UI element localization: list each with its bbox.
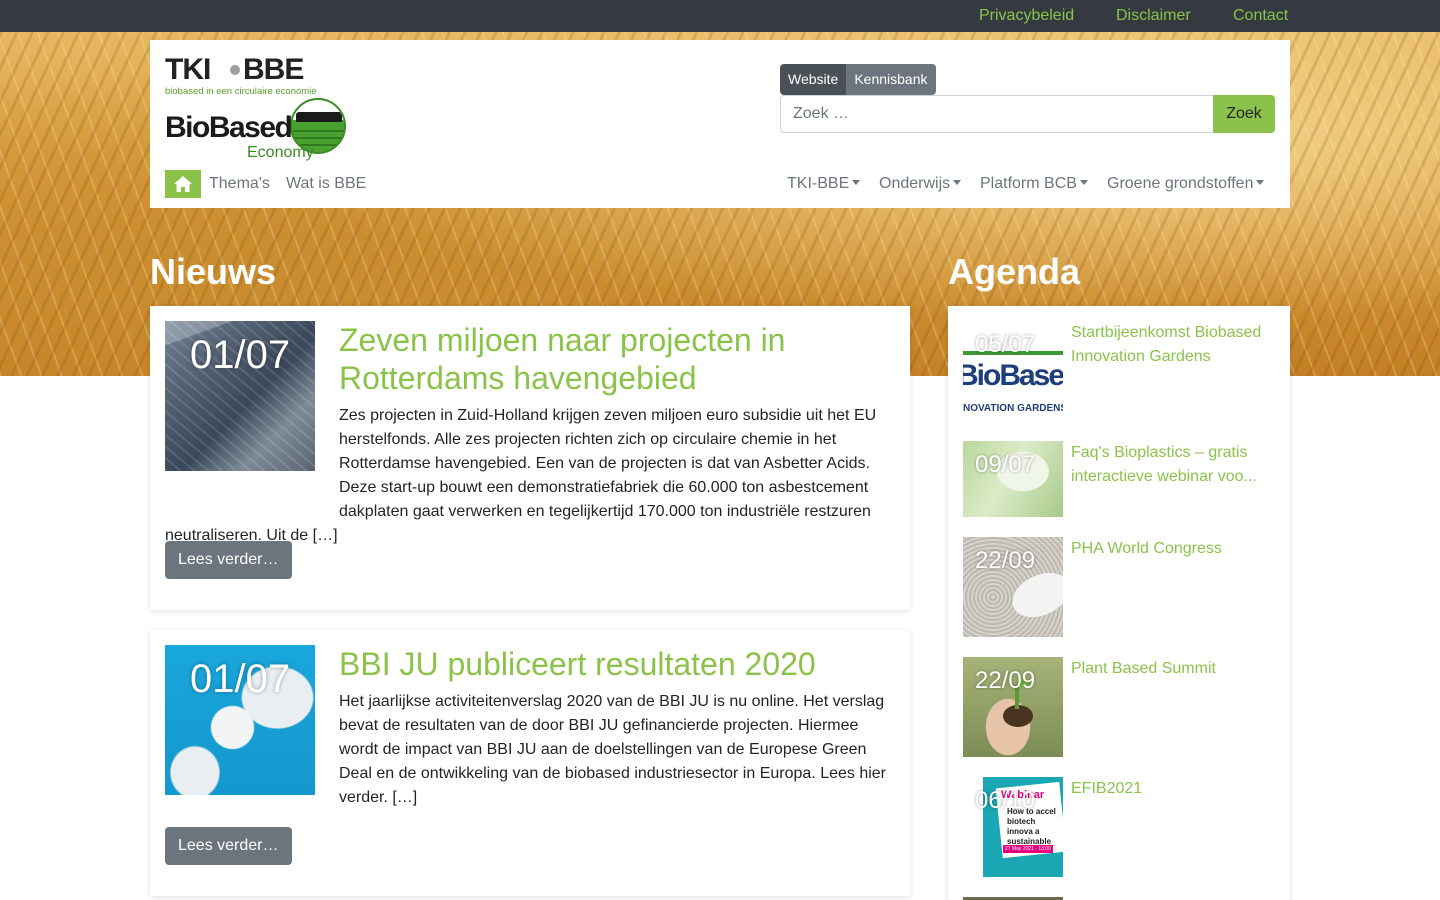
- logo-tagline: biobased in een circulaire economie: [165, 86, 317, 97]
- agenda-list: BioBased NOVATION GARDENS 05/07 Startbij…: [948, 306, 1290, 900]
- agenda-title: Startbijeenkomst Biobased Innovation Gar…: [1071, 324, 1262, 365]
- nav-onderwijs-label: Onderwijs: [879, 175, 951, 192]
- logo-dot-icon: [230, 65, 240, 75]
- agenda-date: 05/07: [975, 331, 1036, 358]
- agenda-date: 09/07: [975, 451, 1036, 478]
- agenda-image-bioplastics: 09/07: [963, 441, 1063, 517]
- news-excerpt: Zes projecten in Zuid-Holland krijgen ze…: [165, 404, 895, 548]
- agenda-item[interactable]: 22/09 Plant Based Summit: [963, 657, 1278, 757]
- biobased-economy-logo[interactable]: BioBased Economy: [165, 98, 350, 164]
- agenda-date: 06/10: [975, 787, 1036, 814]
- logo-brand-sub: Economy: [247, 144, 314, 161]
- nav-platform-bcb[interactable]: Platform BCB: [980, 175, 1088, 193]
- tki-bbe-logo[interactable]: TKI BBE biobased in een circulaire econo…: [165, 53, 320, 98]
- chevron-down-icon: [1256, 180, 1265, 185]
- agenda-item[interactable]: BioBased NOVATION GARDENS 05/07 Startbij…: [963, 321, 1278, 431]
- search-scope-toggle: Website Kennisbank: [780, 64, 936, 95]
- nav-groene-grondstoffen[interactable]: Groene grondstoffen: [1107, 175, 1265, 193]
- agenda-heading: Agenda: [948, 251, 1081, 292]
- nav-platform-bcb-label: Platform BCB: [980, 175, 1077, 192]
- toggle-kennisbank[interactable]: Kennisbank: [846, 64, 936, 95]
- nav-tki-bbe[interactable]: TKI-BBE: [787, 175, 861, 193]
- disclaimer-link[interactable]: Disclaimer: [1116, 7, 1191, 25]
- news-item: 01/07 Zeven miljoen naar projecten in Ro…: [150, 306, 910, 610]
- logo-bbe-text: BBE: [243, 53, 304, 86]
- site-header: TKI BBE biobased in een circulaire econo…: [150, 40, 1290, 208]
- logo-brand-text: BioBased: [165, 111, 293, 144]
- nav-themas[interactable]: Thema's: [209, 175, 270, 193]
- read-more-button[interactable]: Lees verder…: [165, 541, 292, 579]
- agenda-item[interactable]: 22/09 PHA World Congress: [963, 537, 1278, 637]
- news-excerpt: Het jaarlijkse activiteitenverslag 2020 …: [339, 693, 887, 806]
- nav-tki-bbe-label: TKI-BBE: [787, 175, 850, 192]
- agenda-date: 22/09: [975, 547, 1036, 574]
- agenda-date: 22/09: [975, 667, 1036, 694]
- news-title[interactable]: Zeven miljoen naar projecten in Rotterda…: [339, 321, 879, 397]
- agenda-title: EFIB2021: [1071, 780, 1143, 797]
- nav-wat-is-bbe[interactable]: Wat is BBE: [286, 175, 366, 193]
- toggle-website[interactable]: Website: [780, 64, 847, 95]
- news-image-europe-map[interactable]: 01/07: [165, 645, 315, 795]
- news-date: 01/07: [190, 333, 291, 377]
- news-title[interactable]: BBI JU publiceert resultaten 2020: [339, 645, 879, 683]
- agenda-item[interactable]: Webinar How to accel biotech innova a su…: [963, 777, 1278, 877]
- agenda-title: PHA World Congress: [1071, 540, 1222, 557]
- agenda-image-pha-granules: 22/09: [963, 537, 1063, 637]
- chevron-down-icon: [1079, 180, 1088, 185]
- privacy-link[interactable]: Privacybeleid: [979, 7, 1074, 25]
- agenda-image-plant-sprout: 22/09: [963, 657, 1063, 757]
- contact-link[interactable]: Contact: [1233, 7, 1288, 25]
- search-button[interactable]: Zoek: [1213, 95, 1275, 133]
- read-more-button[interactable]: Lees verder…: [165, 827, 292, 865]
- top-bar: Privacybeleid Disclaimer Contact: [0, 0, 1440, 32]
- home-button[interactable]: [165, 170, 201, 198]
- news-heading: Nieuws: [150, 251, 277, 292]
- news-date: 01/07: [190, 657, 291, 701]
- search-input[interactable]: [780, 95, 1214, 133]
- agenda-title: Faq's Bioplastics – gratis interactieve …: [1071, 444, 1257, 485]
- nav-groene-grondstoffen-label: Groene grondstoffen: [1107, 175, 1254, 192]
- chevron-down-icon: [852, 180, 861, 185]
- agenda-item[interactable]: 09/07 Faq's Bioplastics – gratis interac…: [963, 441, 1278, 517]
- agenda-thumb-sub: NOVATION GARDENS: [963, 403, 1063, 414]
- agenda-title: Plant Based Summit: [1071, 660, 1216, 677]
- logo-tki-text: TKI: [165, 53, 211, 86]
- agenda-image-biobased-gardens: BioBased NOVATION GARDENS 05/07: [963, 321, 1063, 421]
- agenda-thumb-date: 27 May 2021 - 13:00: [1003, 845, 1053, 853]
- nav-onderwijs[interactable]: Onderwijs: [879, 175, 962, 193]
- agenda-thumb-text: BioBased: [963, 359, 1063, 392]
- home-icon: [174, 176, 192, 192]
- news-item: 01/07 BBI JU publiceert resultaten 2020 …: [150, 630, 910, 896]
- agenda-image-webinar: Webinar How to accel biotech innova a su…: [963, 777, 1063, 877]
- chevron-down-icon: [953, 180, 962, 185]
